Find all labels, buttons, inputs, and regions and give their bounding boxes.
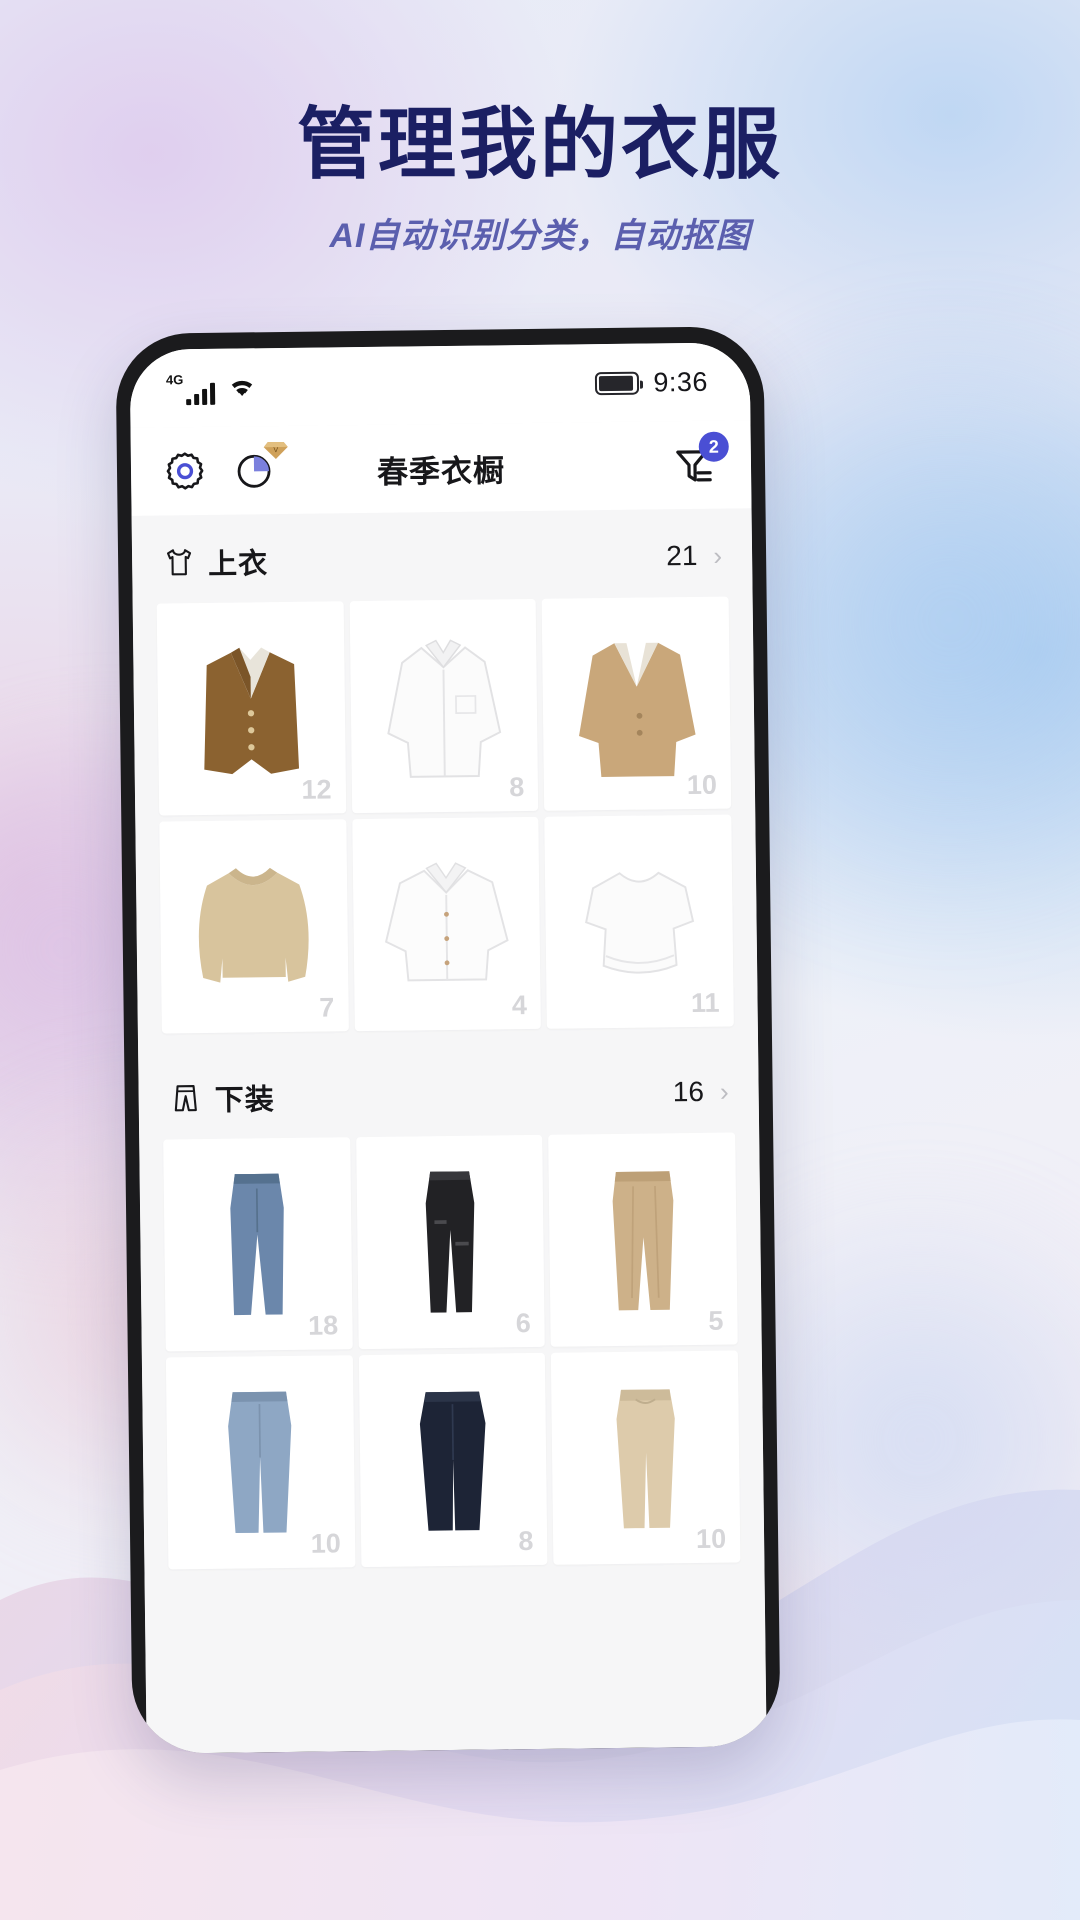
blazer-tan-art xyxy=(578,642,696,777)
bottoms-grid[interactable]: 18 6 5 10 8 10 xyxy=(139,1132,764,1570)
wardrobe-item[interactable]: 4 xyxy=(351,816,542,1032)
svg-text:V: V xyxy=(273,447,278,454)
jeans-black-art xyxy=(425,1171,475,1313)
item-count: 4 xyxy=(511,990,528,1021)
section-name: 上衣 xyxy=(207,548,269,581)
trousers-tan-art xyxy=(612,1171,673,1311)
wardrobe-item[interactable]: 10 xyxy=(541,596,732,811)
gear-icon[interactable] xyxy=(163,449,208,494)
item-count: 5 xyxy=(708,1305,724,1336)
tshirt-icon xyxy=(162,545,196,579)
item-count: 11 xyxy=(690,987,720,1019)
chevron-right-icon: › xyxy=(713,540,723,571)
section-name: 下装 xyxy=(214,1084,275,1117)
app-header-left-icons: V xyxy=(163,441,288,494)
wardrobe-item[interactable]: 7 xyxy=(159,819,349,1034)
poster-headline: 管理我的衣服 AI自动识别分类，自动抠图 xyxy=(0,100,1080,257)
wardrobe-item[interactable]: 11 xyxy=(544,814,734,1029)
tee-white-art xyxy=(584,871,694,974)
status-bar-right: 9:36 xyxy=(595,366,708,398)
sweater-beige-art xyxy=(199,867,309,983)
section-header-tops[interactable]: 上衣 21 › xyxy=(132,508,753,604)
network-type-label: 4G xyxy=(165,371,184,387)
wardrobe-item[interactable]: 10 xyxy=(165,1355,356,1570)
filter-button[interactable]: 2 xyxy=(671,431,729,489)
tops-grid[interactable]: 12 8 10 7 4 11 xyxy=(133,596,758,1034)
item-count: 8 xyxy=(518,1525,534,1557)
jacket-white-art xyxy=(384,862,509,982)
wardrobe-item[interactable]: 18 xyxy=(163,1137,353,1352)
battery-icon xyxy=(595,371,640,395)
section-count: 21 xyxy=(666,539,698,572)
item-count: 12 xyxy=(301,774,332,805)
phone-mockup: 4G 9:36 V 春季衣橱 2 上衣 21 › 12 8 10 7 4 11 … xyxy=(115,326,781,1754)
wardrobe-item[interactable]: 5 xyxy=(548,1132,738,1347)
section-count: 16 xyxy=(672,1075,705,1108)
item-count: 10 xyxy=(695,1523,727,1555)
wardrobe-item[interactable]: 6 xyxy=(355,1134,546,1350)
item-count: 10 xyxy=(686,769,718,801)
status-bar-left: 4G xyxy=(166,371,258,405)
section-header-bottoms[interactable]: 下装 16 › xyxy=(138,1044,759,1140)
item-count: 7 xyxy=(319,992,335,1023)
vip-diamond-icon: V xyxy=(263,440,289,461)
wardrobe-item[interactable]: 8 xyxy=(358,1352,548,1568)
jeans-lightblue-art xyxy=(228,1391,292,1534)
chevron-right-icon: › xyxy=(719,1076,729,1107)
pants-icon xyxy=(168,1081,202,1115)
status-clock: 9:36 xyxy=(653,366,709,397)
pants-beige-art xyxy=(616,1389,675,1529)
wardrobe-item[interactable]: 8 xyxy=(349,598,539,814)
pants-navy-art xyxy=(419,1391,486,1531)
phone-screen: 4G 9:36 V 春季衣橱 2 上衣 21 › 12 8 10 7 4 11 … xyxy=(129,342,767,1754)
item-count: 10 xyxy=(310,1528,341,1559)
filter-badge-count: 2 xyxy=(698,431,729,462)
item-count: 6 xyxy=(515,1308,531,1339)
app-header: V 春季衣橱 2 xyxy=(130,420,752,516)
item-count: 18 xyxy=(307,1310,339,1341)
wardrobe-item[interactable]: 12 xyxy=(156,601,346,816)
page-subtitle: AI自动识别分类，自动抠图 xyxy=(329,216,751,255)
vest-brown-art xyxy=(204,647,300,775)
wardrobe-item[interactable]: 10 xyxy=(551,1350,741,1565)
signal-bars-icon xyxy=(186,382,216,405)
jeans-blue-art xyxy=(230,1173,285,1316)
page-title: 管理我的衣服 xyxy=(296,100,783,188)
pie-chart-icon[interactable]: V xyxy=(233,441,288,493)
wifi-icon xyxy=(227,375,257,404)
shirt-white-art xyxy=(387,639,502,778)
status-bar: 4G 9:36 xyxy=(129,342,751,428)
wardrobe-content[interactable]: 上衣 21 › 12 8 10 7 4 11 下装 16 › 18 6 5 10… xyxy=(131,508,767,1754)
item-count: 8 xyxy=(509,772,525,803)
